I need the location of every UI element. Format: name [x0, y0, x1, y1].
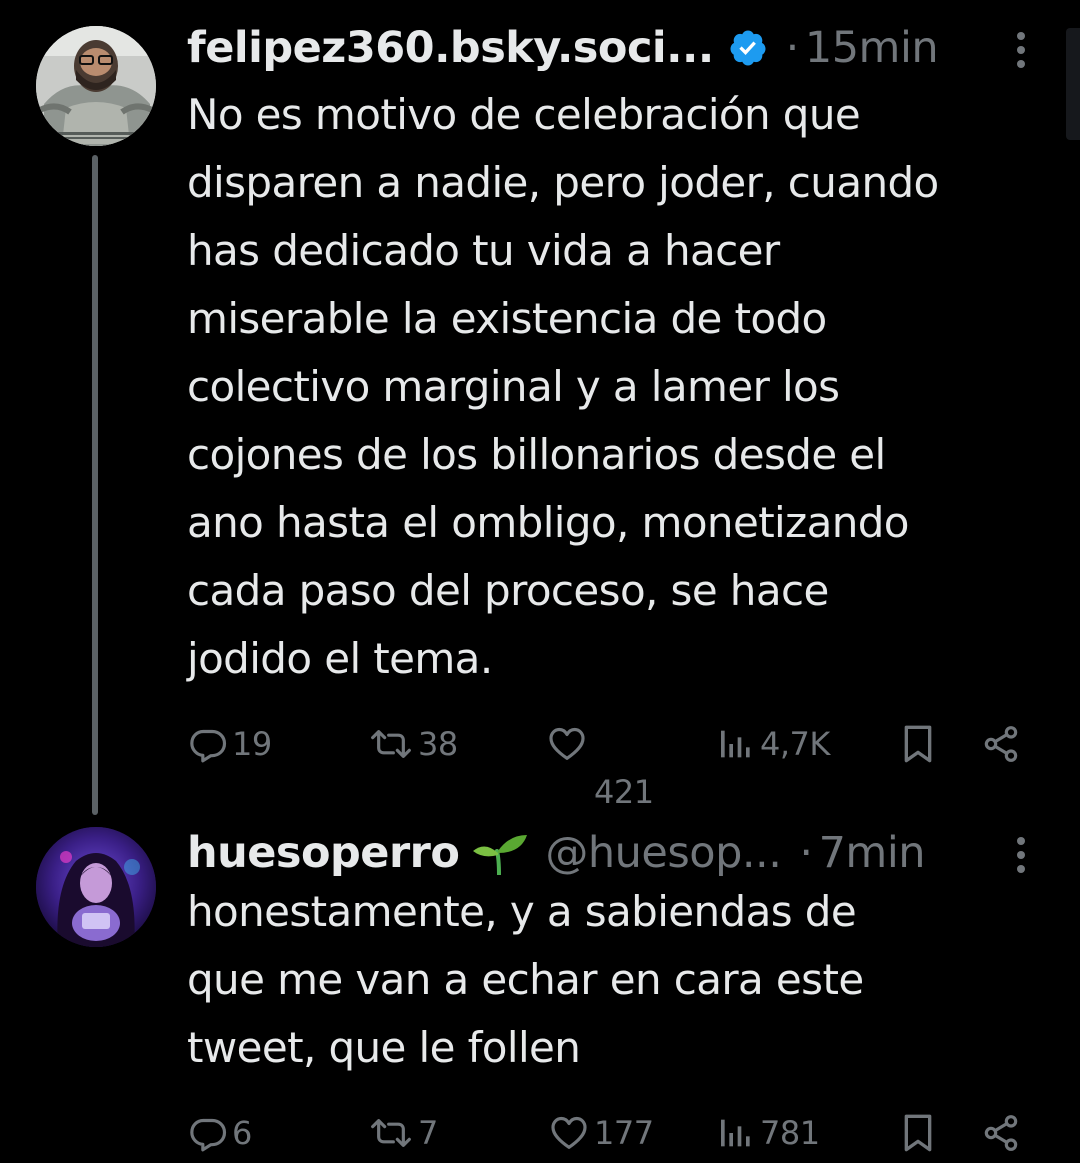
retweet-icon: [371, 1119, 411, 1147]
share-icon: [984, 726, 1018, 762]
views-count: 4,7K: [760, 725, 830, 763]
more-options-icon[interactable]: [1006, 833, 1036, 877]
tweet-text-line: colectivo marginal y a lamer los: [187, 362, 840, 411]
header-separator: ·: [785, 23, 800, 73]
bookmark-icon: [904, 1114, 932, 1152]
more-options-icon[interactable]: [1006, 28, 1036, 72]
sprout-emoji-icon: [473, 835, 528, 875]
retweet-icon: [371, 730, 411, 758]
reply-button[interactable]: 6: [188, 1103, 252, 1163]
reply-icon: [190, 729, 227, 763]
avatar-image: [36, 26, 156, 146]
tweet-text: No es motivo de celebración que disparen …: [187, 81, 1067, 693]
verified-badge-icon[interactable]: [728, 28, 768, 68]
tweet-thread: felipez360.bsky.soci... · 15min No es mo…: [0, 0, 1080, 1161]
like-count: 421: [594, 773, 654, 811]
bookmark-button[interactable]: [898, 714, 938, 774]
tweet-text-line: has dedicado tu vida a hacer: [187, 226, 780, 275]
retweet-button[interactable]: 38: [368, 714, 458, 774]
retweet-button[interactable]: 7: [368, 1103, 438, 1163]
handle[interactable]: @huesop...: [545, 828, 781, 878]
tweet-header: felipez360.bsky.soci... · 15min: [187, 18, 939, 78]
retweet-count: 38: [418, 725, 458, 763]
retweet-count: 7: [418, 1114, 438, 1152]
avatar-image: [36, 827, 156, 947]
heart-icon: [549, 727, 585, 760]
timestamp[interactable]: 7min: [819, 828, 926, 878]
reply-count: 19: [232, 725, 272, 763]
tweet-text-line: tweet, que le follen: [187, 1023, 581, 1072]
views-icon: [721, 730, 750, 758]
bookmark-icon: [904, 725, 932, 763]
like-count-wrapper: 421: [594, 762, 654, 822]
timestamp[interactable]: 15min: [805, 23, 939, 73]
tweet-text-line: No es motivo de celebración que: [187, 90, 861, 139]
share-button[interactable]: [980, 1103, 1022, 1163]
tweet-text-line: miserable la existencia de todo: [187, 294, 827, 343]
bookmark-button[interactable]: [898, 1103, 938, 1163]
display-name[interactable]: felipez360.bsky.soci...: [187, 23, 714, 73]
reply-button[interactable]: 19: [188, 714, 272, 774]
views-button[interactable]: 4,7K: [716, 714, 830, 774]
views-button[interactable]: 781: [716, 1103, 820, 1163]
views-count: 781: [760, 1114, 820, 1152]
views-icon: [721, 1119, 750, 1147]
tweet-header: huesoperro @huesop... · 7min: [187, 823, 926, 883]
tweet-text-line: ano hasta el ombligo, monetizando: [187, 498, 909, 547]
header-separator: ·: [799, 828, 813, 878]
tweet-text-line: cojones de los billonarios desde el: [187, 430, 886, 479]
tweet-actions: 19 38 421 4,7K: [0, 714, 1080, 811]
like-button[interactable]: 177: [548, 1103, 654, 1163]
tweet-text-line: que me van a echar en cara este: [187, 955, 864, 1004]
reply-count: 6: [232, 1114, 252, 1152]
reply-icon: [190, 1118, 227, 1152]
display-name[interactable]: huesoperro: [187, 828, 460, 878]
like-count: 177: [594, 1114, 654, 1152]
avatar[interactable]: [36, 827, 156, 947]
tweet-actions: 6 7 177 781: [0, 1103, 1080, 1163]
tweet-text-line: cada paso del proceso, se hace: [187, 566, 829, 615]
tweet[interactable]: felipez360.bsky.soci... · 15min No es mo…: [0, 0, 1080, 815]
heart-icon: [551, 1116, 587, 1149]
tweet-text-line: honestamente, y a sabiendas de: [187, 887, 857, 936]
tweet[interactable]: huesoperro @huesop... · 7min honestament…: [0, 815, 1080, 1161]
avatar[interactable]: [36, 26, 156, 146]
share-icon: [984, 1115, 1018, 1151]
tweet-text-line: jodido el tema.: [187, 634, 493, 683]
share-button[interactable]: [980, 714, 1022, 774]
tweet-text: honestamente, y a sabiendas de que me van…: [187, 878, 1067, 1082]
tweet-text-line: disparen a nadie, pero joder, cuando: [187, 158, 939, 207]
like-button[interactable]: [546, 714, 588, 774]
